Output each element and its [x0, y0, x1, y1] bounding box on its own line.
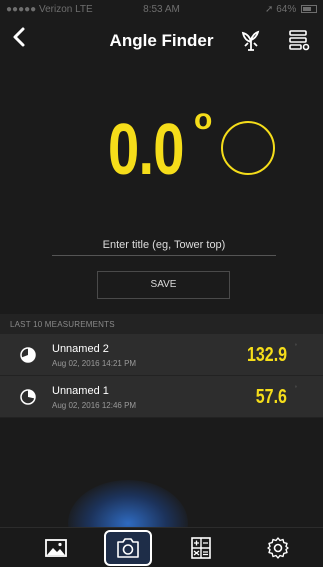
- degree-symbol: o: [194, 103, 213, 136]
- tab-bar: [0, 527, 323, 567]
- tab-calculator[interactable]: [189, 536, 213, 560]
- level-indicator-circle: [221, 121, 275, 175]
- tab-settings[interactable]: [266, 536, 290, 560]
- tab-camera[interactable]: [104, 530, 152, 566]
- header: Angle Finder: [0, 20, 323, 60]
- save-button[interactable]: SAVE: [97, 271, 230, 299]
- gallery-icon: [45, 539, 67, 557]
- angle-pie-icon: [20, 389, 36, 405]
- battery-percent: 64%: [276, 4, 297, 15]
- measurement-name: Unnamed 2: [52, 343, 109, 355]
- title-input[interactable]: [52, 234, 276, 256]
- section-label: LAST 10 MEASUREMENTS: [0, 314, 323, 334]
- plant-icon-button[interactable]: [239, 28, 263, 52]
- tab-gallery[interactable]: [44, 536, 68, 560]
- angle-reading: 0.0: [108, 110, 185, 190]
- calculator-icon: [191, 537, 211, 559]
- battery-icon: [301, 5, 317, 13]
- measurement-value: 132.9: [246, 344, 287, 366]
- camera-icon: [117, 538, 139, 558]
- measurement-name: Unnamed 1: [52, 385, 109, 397]
- angle-pie-icon: [20, 347, 36, 363]
- measurement-value: 57.6: [255, 386, 287, 408]
- degree-symbol: °: [294, 386, 297, 392]
- list-settings-icon: [289, 30, 310, 51]
- list-item[interactable]: Unnamed 1 Aug 02, 2016 12:46 PM 57.6 °: [0, 376, 323, 418]
- measurement-date: Aug 02, 2016 12:46 PM: [52, 401, 137, 410]
- status-bar: ●●●●● Verizon LTE 8:53 AM ➚ 64%: [0, 0, 323, 20]
- measurement-date: Aug 02, 2016 14:21 PM: [52, 359, 137, 368]
- degree-symbol: °: [294, 344, 297, 350]
- measurements-list: Unnamed 2 Aug 02, 2016 14:21 PM 132.9 ° …: [0, 334, 323, 418]
- battery-status: ➚ 64%: [265, 4, 317, 15]
- location-icon: ➚: [265, 4, 274, 15]
- list-item[interactable]: Unnamed 2 Aug 02, 2016 14:21 PM 132.9 °: [0, 334, 323, 376]
- page-title: Angle Finder: [109, 31, 214, 50]
- menu-button[interactable]: [287, 28, 311, 52]
- plant-icon: [241, 30, 260, 51]
- gear-icon: [267, 537, 289, 559]
